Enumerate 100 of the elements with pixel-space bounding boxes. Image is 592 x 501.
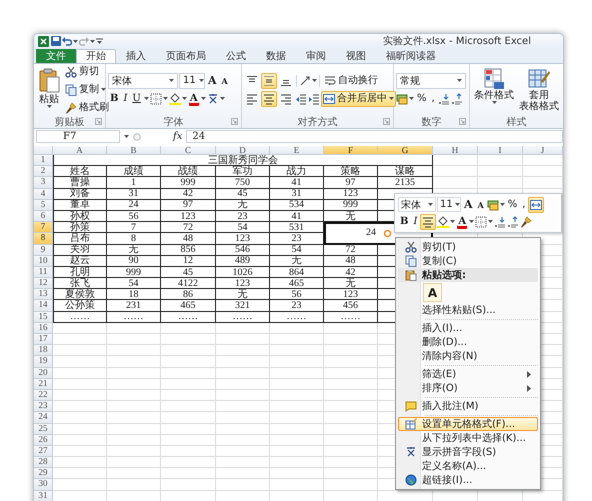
font-size-field[interactable]: 11 bbox=[437, 197, 461, 212]
caret-icon[interactable] bbox=[220, 97, 225, 100]
column-header[interactable]: A bbox=[53, 146, 107, 155]
row-header[interactable]: 5 bbox=[34, 200, 53, 211]
fill-color-icon[interactable] bbox=[168, 92, 181, 104]
row-header[interactable]: 14 bbox=[34, 300, 53, 312]
ribbon-tab[interactable]: 审阅 bbox=[296, 49, 336, 63]
column-header[interactable]: D bbox=[216, 146, 270, 155]
menu-item[interactable]: 超链接(I)... bbox=[398, 473, 538, 487]
merge-button[interactable] bbox=[528, 196, 544, 212]
row-header[interactable]: 16 bbox=[34, 322, 53, 334]
menu-item[interactable]: 显示拼音字段(S) bbox=[398, 445, 538, 459]
row-header[interactable]: 13 bbox=[34, 289, 53, 300]
italic-button[interactable]: I bbox=[121, 90, 130, 106]
phonetic-icon[interactable] bbox=[206, 92, 219, 104]
row-header[interactable]: 22 bbox=[34, 390, 53, 402]
align-center-button[interactable] bbox=[420, 214, 436, 230]
decrease-indent-icon[interactable] bbox=[295, 92, 307, 104]
caret-icon[interactable] bbox=[162, 97, 168, 100]
font-name-field[interactable]: 宋体 bbox=[108, 72, 178, 88]
table-format-button[interactable]: 套用 表格格式 bbox=[517, 66, 561, 113]
dialog-launcher-icon[interactable] bbox=[95, 118, 102, 125]
row-header[interactable]: 11 bbox=[34, 266, 53, 278]
menu-item[interactable]: 选择性粘贴(S)... bbox=[398, 303, 538, 317]
row-header[interactable]: 21 bbox=[34, 378, 53, 390]
format-painter-button[interactable]: 格式刷 bbox=[63, 100, 111, 116]
grow-font-button[interactable]: A bbox=[462, 196, 475, 212]
font-size-field[interactable]: 11 bbox=[179, 72, 205, 88]
align-center-button[interactable] bbox=[261, 90, 277, 106]
border-icon[interactable] bbox=[475, 216, 488, 228]
row-header[interactable]: 6 bbox=[34, 210, 53, 222]
row-header[interactable]: 7 bbox=[34, 222, 53, 234]
merge-center-button[interactable]: 合并后居中 bbox=[321, 90, 396, 106]
menu-item[interactable]: 定义名称(A)... bbox=[398, 459, 538, 473]
menu-item[interactable]: 排序(O) bbox=[398, 381, 538, 395]
row-header[interactable]: 25 bbox=[34, 424, 53, 435]
shrink-font-button[interactable]: A bbox=[220, 72, 230, 88]
paste-button[interactable]: 粘贴 bbox=[36, 66, 62, 113]
row-header[interactable]: 18 bbox=[34, 345, 53, 356]
dialog-launcher-icon[interactable] bbox=[383, 118, 390, 125]
row-header[interactable]: 20 bbox=[34, 368, 53, 379]
ribbon-tab[interactable]: 视图 bbox=[336, 49, 376, 63]
grow-font-button[interactable]: A bbox=[206, 72, 219, 88]
formula-field[interactable]: 24 bbox=[186, 130, 563, 143]
row-header[interactable]: 17 bbox=[34, 334, 53, 346]
caret-icon[interactable] bbox=[182, 97, 187, 100]
caret-icon[interactable] bbox=[312, 79, 317, 82]
ribbon-tab[interactable]: 数据 bbox=[256, 49, 296, 63]
row-header[interactable]: 9 bbox=[34, 244, 53, 256]
font-color-button[interactable]: A bbox=[456, 214, 468, 230]
menu-item[interactable]: 设置单元格格式(F)... bbox=[398, 417, 538, 431]
caret-icon[interactable] bbox=[450, 220, 456, 223]
align-middle-button[interactable] bbox=[261, 72, 277, 88]
ribbon-tab[interactable]: 公式 bbox=[216, 49, 256, 63]
row-header[interactable]: 30 bbox=[34, 479, 53, 491]
row-header[interactable]: 15 bbox=[34, 312, 53, 323]
row-header[interactable]: 26 bbox=[34, 434, 53, 446]
row-header[interactable]: 27 bbox=[34, 446, 53, 458]
ribbon-tab[interactable]: 文件 bbox=[36, 49, 76, 63]
caret-icon[interactable] bbox=[90, 40, 95, 42]
menu-item[interactable]: 删除(D)... bbox=[398, 335, 538, 349]
undo-icon[interactable] bbox=[62, 36, 72, 46]
increase-decimal-icon[interactable] bbox=[494, 216, 506, 228]
menu-item[interactable]: 清除内容(N) bbox=[398, 349, 538, 363]
caret-icon[interactable] bbox=[144, 97, 149, 100]
ribbon-tab[interactable]: 页面布局 bbox=[156, 49, 216, 63]
brush-icon[interactable] bbox=[520, 216, 532, 228]
save-icon[interactable] bbox=[51, 36, 61, 46]
row-header[interactable]: 10 bbox=[34, 256, 53, 267]
dialog-launcher-icon[interactable] bbox=[459, 118, 466, 125]
decrease-decimal-icon[interactable] bbox=[450, 92, 463, 104]
caret-icon[interactable] bbox=[500, 203, 505, 206]
caret-icon[interactable] bbox=[124, 135, 129, 138]
caret-icon[interactable] bbox=[200, 97, 206, 100]
ribbon-tab[interactable]: 插入 bbox=[116, 49, 156, 63]
orientation-icon[interactable] bbox=[299, 74, 311, 86]
font-color-button[interactable]: A bbox=[188, 90, 200, 106]
font-name-field[interactable]: 宋体 bbox=[398, 197, 436, 212]
customize-toolbar-icon[interactable] bbox=[96, 38, 103, 44]
column-header[interactable]: H bbox=[433, 146, 478, 155]
column-header[interactable]: E bbox=[270, 146, 324, 155]
column-header[interactable]: B bbox=[107, 146, 161, 155]
wrap-text-button[interactable]: 自动换行 bbox=[322, 72, 380, 88]
currency-icon[interactable] bbox=[396, 92, 408, 104]
number-format-icon[interactable] bbox=[486, 198, 499, 210]
column-header[interactable]: G bbox=[378, 146, 433, 155]
fill-color-icon[interactable] bbox=[437, 216, 450, 228]
menu-item[interactable]: 插入(I)... bbox=[398, 321, 538, 335]
conditional-format-button[interactable]: 条件格式 bbox=[472, 66, 516, 113]
row-header[interactable]: 1 bbox=[34, 155, 53, 166]
column-header[interactable]: C bbox=[161, 146, 216, 155]
comma-button[interactable]: , bbox=[430, 90, 437, 106]
percent-button[interactable]: % bbox=[506, 196, 520, 212]
increase-decimal-icon[interactable] bbox=[438, 92, 450, 104]
row-header[interactable]: 4 bbox=[34, 188, 53, 200]
column-header[interactable]: J bbox=[523, 146, 563, 155]
number-format-field[interactable]: 常规 bbox=[396, 72, 466, 88]
row-header[interactable]: 29 bbox=[34, 468, 53, 480]
border-icon[interactable] bbox=[150, 92, 162, 104]
row-header[interactable]: 8 bbox=[34, 233, 53, 244]
